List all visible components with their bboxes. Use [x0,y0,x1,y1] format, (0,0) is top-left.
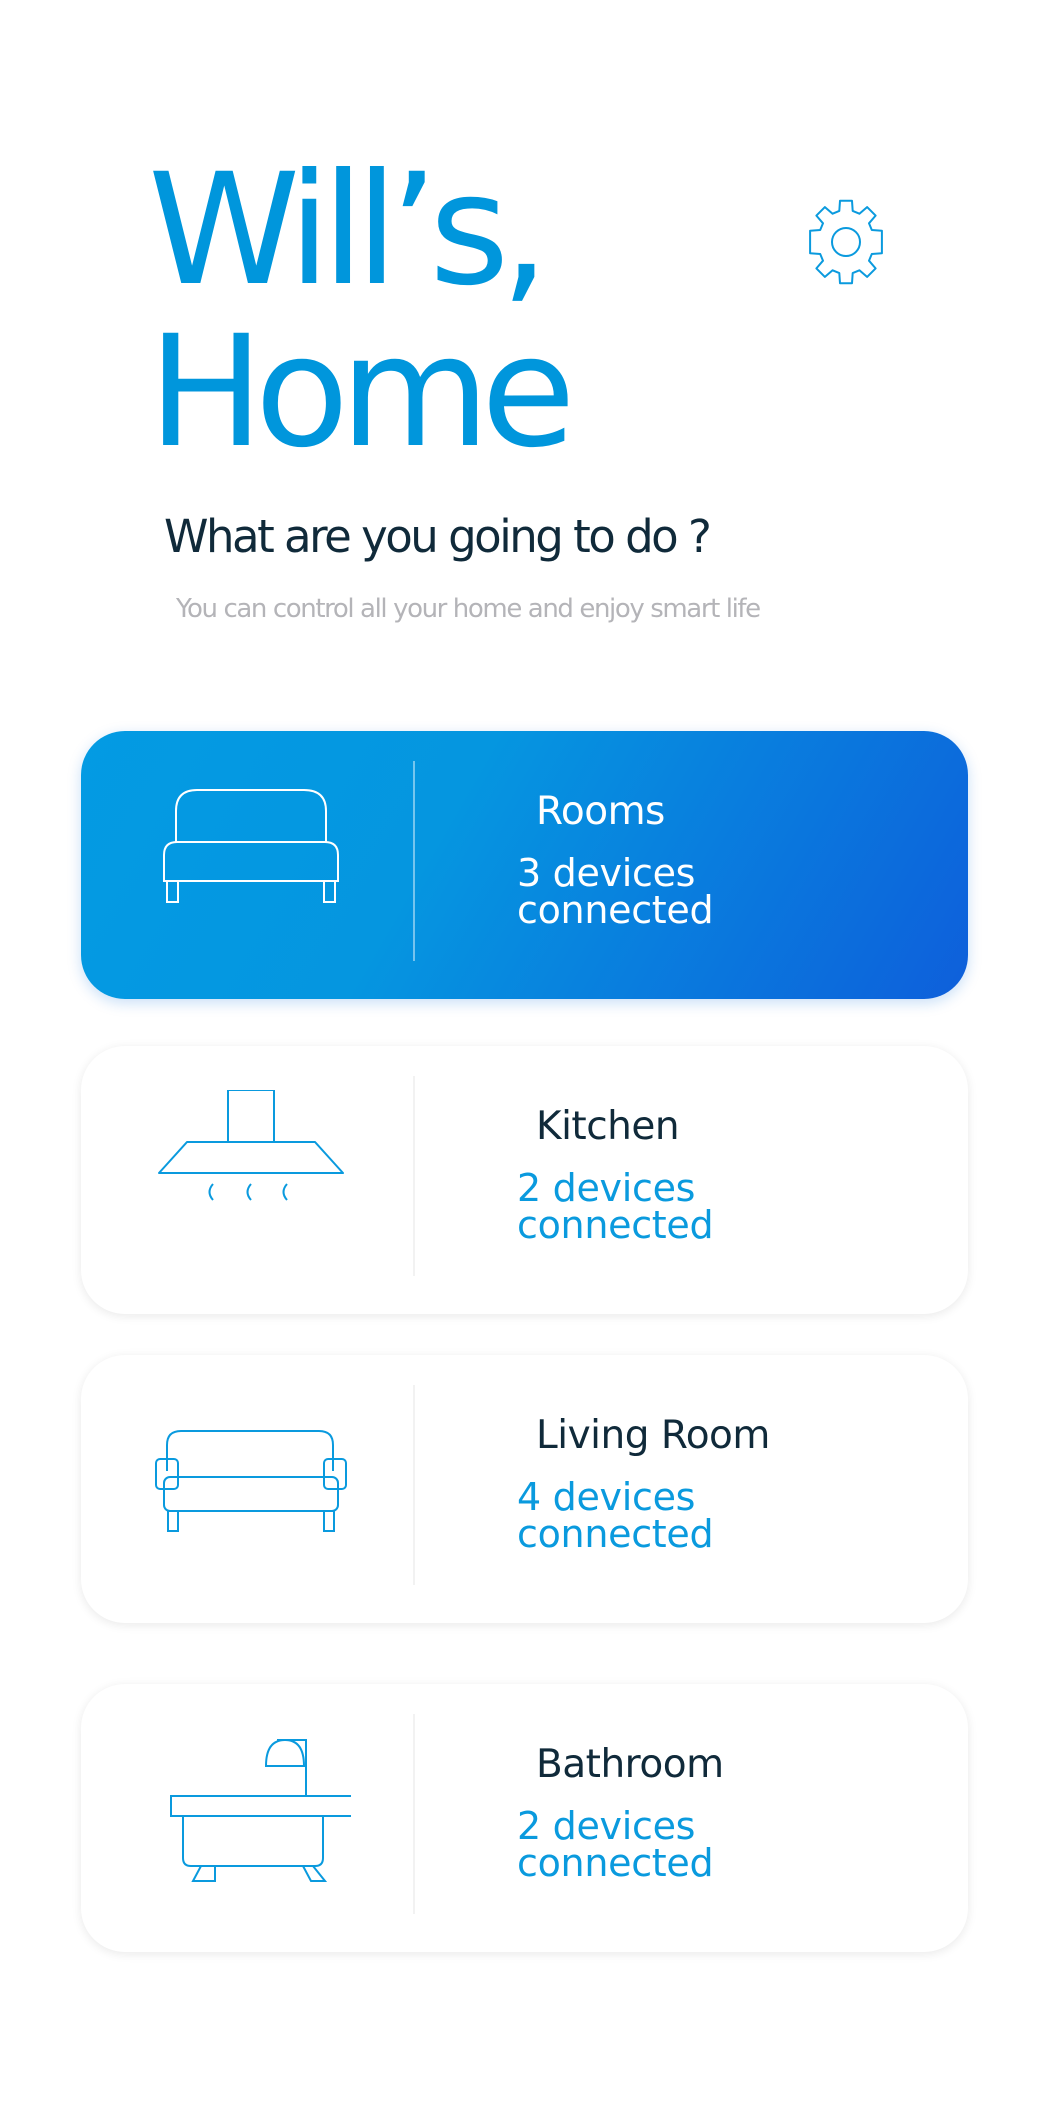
settings-button[interactable] [800,196,892,288]
room-name: Bathroom [536,1742,724,1787]
room-card-kitchen[interactable]: Kitchen 2 devices connected [81,1046,968,1314]
room-name: Living Room [536,1413,770,1458]
room-card-bathroom[interactable]: Bathroom 2 devices connected [81,1684,968,1952]
page-title: Will’s, Home [148,141,576,482]
gear-icon [809,199,883,285]
device-count: 3 devices connected [517,851,714,932]
bed-icon [151,775,351,955]
room-card-rooms[interactable]: Rooms 3 devices connected [81,731,968,999]
title-line-1: Will’s, [148,141,549,320]
card-divider [413,1714,415,1914]
room-card-living-room[interactable]: Living Room 4 devices connected [81,1355,968,1623]
title-line-2: Home [148,303,576,482]
card-divider [413,1076,415,1276]
room-name: Kitchen [536,1104,680,1149]
bathtub-icon [151,1728,356,1908]
device-count: 2 devices connected [517,1166,714,1247]
range-hood-icon [151,1089,351,1270]
device-count: 2 devices connected [517,1804,714,1885]
room-name: Rooms [536,789,665,834]
prompt-subtitle: You can control all your home and enjoy … [176,594,761,624]
prompt-heading: What are you going to do ? [164,510,712,563]
sofa-icon [151,1399,351,1579]
device-count: 4 devices connected [517,1475,714,1556]
card-divider [413,761,415,961]
card-divider [413,1385,415,1585]
